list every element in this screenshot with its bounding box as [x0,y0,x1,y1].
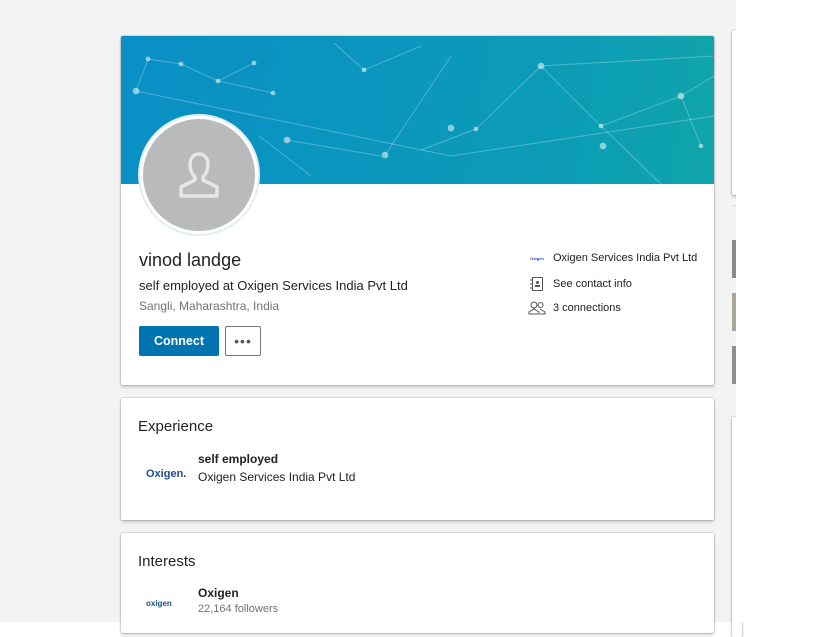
address-book-icon [525,276,549,292]
interest-followers: 22,164 followers [198,603,279,615]
people-icon [525,301,549,315]
company-logo[interactable]: Oxigen. [146,468,186,480]
connect-button[interactable]: Connect [139,326,219,356]
current-company-link[interactable]: Oxigen Oxigen Services India Pvt Ltd [525,252,697,264]
avatar[interactable] [140,116,258,234]
company-logo[interactable]: oxigen [146,599,172,608]
person-icon [179,152,219,198]
experience-company: Oxigen Services India Pvt Ltd [198,470,356,484]
experience-section: Experience Oxigen. self employed Oxigen … [121,398,714,520]
connections-link[interactable]: 3 connections [525,301,621,315]
profile-location: Sangli, Maharashtra, India [139,299,280,313]
company-logo-icon: Oxigen [530,255,544,261]
section-title: Experience [138,418,214,435]
interests-section: Interests oxigen Oxigen 22,164 followers [121,533,714,633]
interest-name[interactable]: Oxigen [198,586,239,600]
experience-role[interactable]: self employed [198,452,278,466]
profile-headline: self employed at Oxigen Services India P… [139,278,408,293]
offscreen-area [736,0,819,622]
section-title: Interests [138,553,196,570]
more-actions-button[interactable]: ••• [225,326,261,356]
contact-info-link[interactable]: See contact info [525,276,632,292]
profile-name: vinod landge [139,250,242,270]
profile-card: vinod landge self employed at Oxigen Ser… [121,36,714,385]
